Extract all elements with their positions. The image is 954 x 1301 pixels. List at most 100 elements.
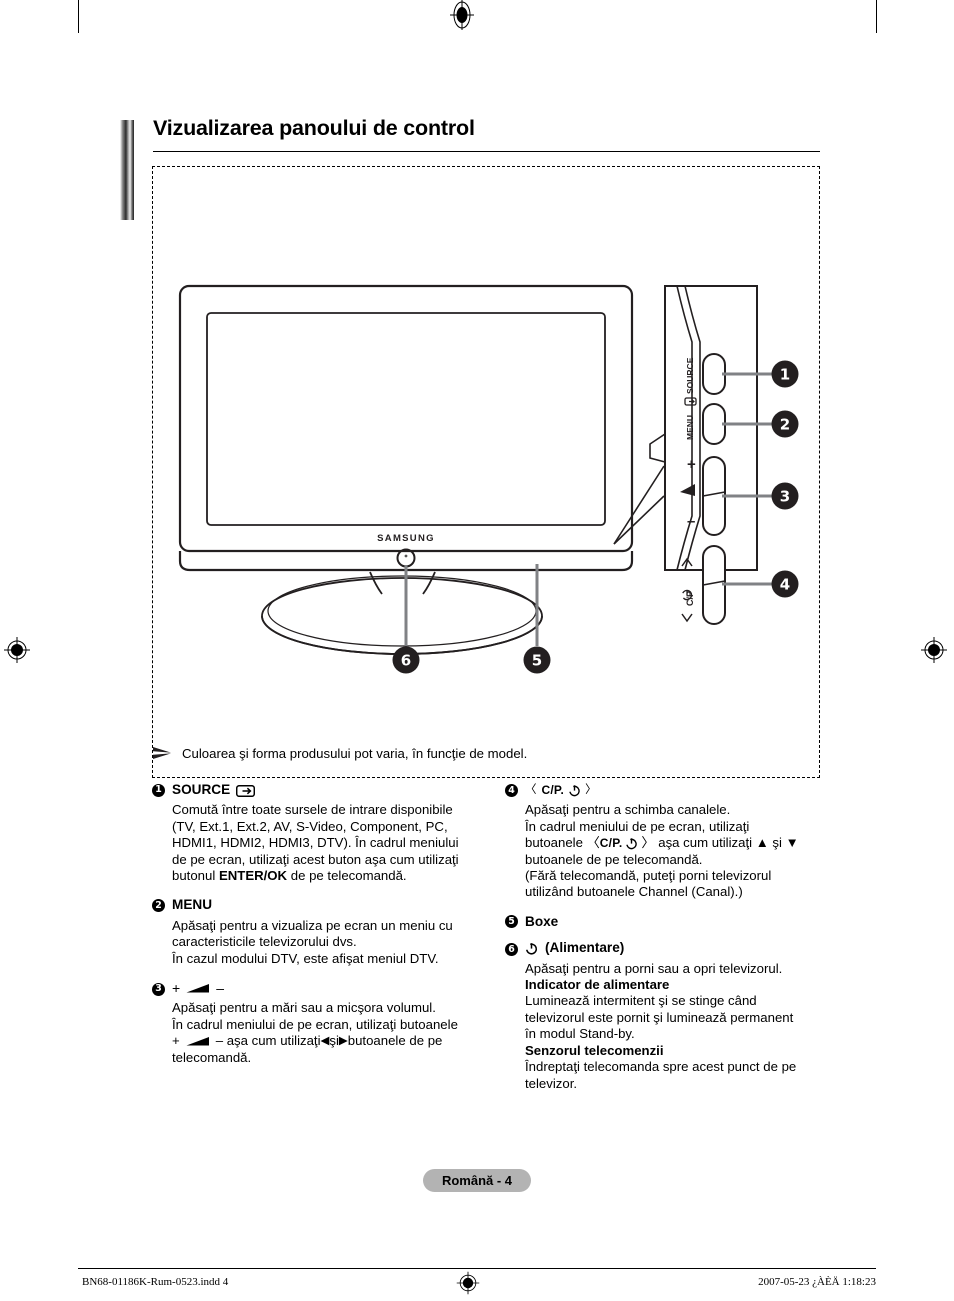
callout-2: 2	[771, 410, 799, 438]
bullet-5: 5	[505, 915, 518, 929]
svg-text:4: 4	[780, 576, 790, 594]
print-footer-timestamp: 2007-05-23 ¿ÀÈÄ 1:18:23	[758, 1276, 876, 1288]
callout-1: 1	[771, 360, 799, 388]
item-power-header: 6 (Alimentare)	[505, 940, 845, 956]
heading-accent-bar	[120, 120, 134, 220]
item-source-header: 1 SOURCE	[152, 782, 497, 798]
source-line-1: Comută între toate sursele de intrare di…	[172, 802, 453, 818]
source-line-4: de pe ecran, utilizaţi acest buton aşa c…	[172, 851, 459, 867]
print-footer-filename: BN68-01186K-Rum-0523.indd 4	[82, 1276, 229, 1288]
power-icon	[569, 785, 580, 797]
volume-wedge-icon-inline	[186, 1036, 209, 1046]
item-channel: 4 〈 C/P. 〉 Apăsaţi pentru a schimba cana…	[505, 782, 845, 901]
channel-line-6: utilizând butoanele Channel (Canal).)	[525, 884, 743, 900]
channel-line-3: butoanele 〈 C/P. 〉 aşa cum utilizaţi ▲ ş…	[525, 835, 845, 851]
chevron-right-icon: 〉	[585, 784, 597, 796]
page-heading: Vizualizarea panoului de control	[120, 116, 820, 220]
item-menu-header: 2 MENU	[152, 897, 497, 913]
menu-line-2: caracteristicile televizorului dvs.	[172, 934, 357, 950]
svg-text:5: 5	[532, 652, 542, 670]
bullet-1: 1	[152, 783, 165, 797]
svg-text:6: 6	[401, 652, 411, 670]
figure-note: Culoarea şi forma produsului pot varia, …	[152, 740, 820, 766]
figure-note-text: Culoarea şi forma produsului pot varia, …	[182, 745, 528, 761]
panel-label-menu: MENU	[685, 415, 695, 440]
power-icon-heading	[525, 943, 538, 955]
bullet-3: 3	[152, 982, 165, 996]
source-line-5: butonul ENTER/OK de pe telecomandă.	[172, 868, 497, 884]
source-line-3: HDMI1, HDMI2, HDMI3, DTV). În cadrul men…	[172, 835, 459, 851]
channel-line-4: butoanele de pe telecomandă.	[525, 851, 703, 867]
registration-mark-right	[921, 637, 947, 663]
remote-sensor-title: Senzorul telecomenzii	[525, 1042, 664, 1058]
volume-inline-tail: butoanele de pe	[347, 1033, 443, 1049]
volume-inline-and: şi	[329, 1033, 339, 1049]
item-menu-label: MENU	[172, 897, 213, 913]
callout-3: 3	[771, 482, 799, 510]
page-title: Vizualizarea panoului de control	[153, 116, 475, 140]
bullet-2: 2	[152, 898, 165, 912]
item-volume-header: 3 + –	[152, 980, 497, 996]
svg-text:2: 2	[780, 416, 790, 434]
right-arrow-icon: ▶	[338, 1035, 348, 1048]
remote-sensor-line-1: Îndreptaţi telecomanda spre acest punct …	[525, 1059, 797, 1075]
right-text-column: 4 〈 C/P. 〉 Apăsaţi pentru a schimba cana…	[505, 782, 845, 1094]
crop-line-left	[78, 0, 79, 33]
note-arrow-icon	[153, 747, 171, 759]
volume-line-4: telecomandă.	[172, 1049, 252, 1065]
channel-line-1: Apăsaţi pentru a schimba canalele.	[525, 802, 731, 818]
volume-wedge-icon	[186, 983, 210, 993]
channel-inline-post: 〉 aşa cum utilizaţi ▲ şi ▼	[641, 835, 799, 851]
channel-line-5: (Fără telecomandă, puteţi porni televizo…	[525, 868, 772, 884]
tv-control-panel-diagram: SAMSUNG SOURCE MENU C/P + – 1 2 3 4 5 6	[178, 284, 799, 674]
volume-line-2: În cadrul meniului de pe ecran, utilizaţ…	[172, 1016, 458, 1032]
item-volume: 3 + – Apăsaţi pentru a mări sau a micşor…	[152, 980, 497, 1066]
channel-inline-bold: C/P.	[599, 836, 623, 851]
heading-underline	[153, 151, 820, 153]
item-speakers-header: 5 Boxe	[505, 914, 845, 930]
enter-ok-bold: ENTER/OK	[218, 868, 288, 884]
power-indicator-line-2: televizorul este pornit şi luminează per…	[525, 1009, 794, 1025]
print-footer: BN68-01186K-Rum-0523.indd 4 2007-05-23 ¿…	[0, 1268, 954, 1298]
left-text-column: 1 SOURCE Comută între toate sursele de i…	[152, 782, 497, 1079]
item-power: 6 (Alimentare) Apăsaţi pentru a porni sa…	[505, 940, 845, 1092]
item-source-body: Comută între toate sursele de intrare di…	[172, 802, 497, 884]
callout-5: 5	[523, 646, 551, 674]
item-menu-body: Apăsaţi pentru a vizualiza pe ecran un m…	[172, 918, 497, 967]
menu-line-1: Apăsaţi pentru a vizualiza pe ecran un m…	[172, 917, 453, 933]
crop-line-right	[876, 0, 877, 33]
volume-minus-label: –	[216, 980, 224, 997]
remote-sensor-line-2: televizor.	[525, 1075, 578, 1091]
item-speakers: 5 Boxe	[505, 914, 845, 930]
item-speakers-label: Boxe	[525, 913, 559, 929]
print-footer-rule	[78, 1268, 876, 1269]
source-line-5-post: de pe telecomandă.	[287, 868, 407, 884]
channel-inline-pre: butoanele 〈	[525, 835, 600, 851]
channel-label: C/P.	[541, 783, 565, 797]
panel-volume-minus: –	[687, 513, 695, 530]
item-power-label: (Alimentare)	[545, 940, 625, 956]
svg-text:3: 3	[780, 488, 790, 506]
panel-volume-plus: +	[687, 456, 696, 473]
power-icon-inline	[626, 838, 638, 850]
source-input-icon	[236, 785, 256, 797]
item-channel-body: Apăsaţi pentru a schimba canalele. În ca…	[525, 802, 845, 900]
volume-plus-label: +	[172, 980, 181, 997]
power-indicator-line-3: în modul Stand-by.	[525, 1026, 635, 1042]
bullet-4: 4	[505, 784, 518, 798]
callout-4: 4	[771, 570, 799, 598]
power-indicator-title: Indicator de alimentare	[525, 977, 670, 993]
item-menu: 2 MENU Apăsaţi pentru a vizualiza pe ecr…	[152, 897, 497, 967]
page-number-badge: Română - 4	[423, 1169, 531, 1192]
item-source: 1 SOURCE Comută între toate sursele de i…	[152, 782, 497, 884]
registration-mark-bottom	[456, 1271, 480, 1295]
item-source-label: SOURCE	[172, 782, 231, 797]
panel-label-source: SOURCE	[685, 357, 695, 394]
item-volume-body: Apăsaţi pentru a mări sau a micşora volu…	[172, 1000, 497, 1066]
power-line-1: Apăsaţi pentru a porni sau a opri televi…	[525, 960, 783, 976]
channel-line-2: În cadrul meniului de pe ecran, utilizaţ…	[525, 818, 750, 834]
chevron-left-icon: 〈	[525, 784, 537, 796]
registration-mark-top	[450, 0, 474, 30]
volume-inline-plus: +	[172, 1033, 180, 1049]
volume-line-3: + – aşa cum utilizaţi ◀ şi ▶ butoanele d…	[172, 1033, 497, 1049]
